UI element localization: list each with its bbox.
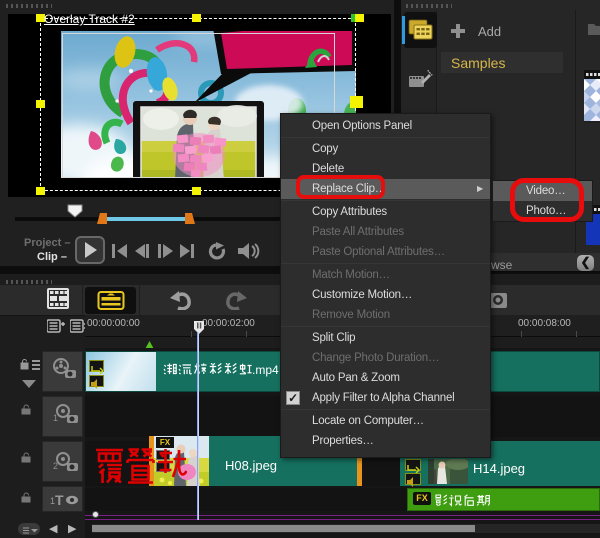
svg-text:T: T	[55, 492, 64, 508]
svg-text:.mp4: .mp4	[252, 363, 279, 377]
